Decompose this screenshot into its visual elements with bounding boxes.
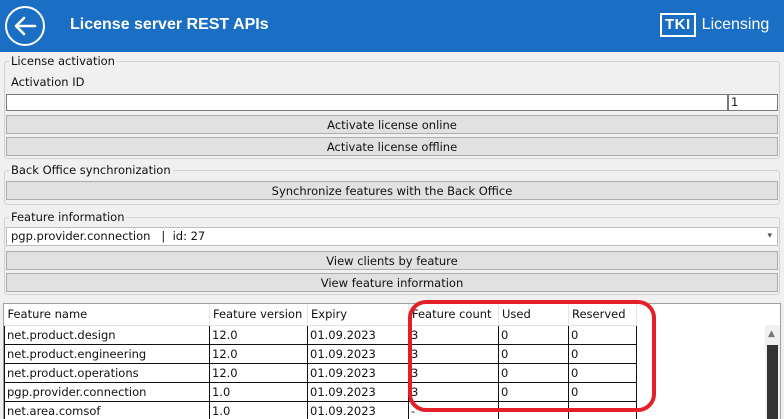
chevron-up-icon[interactable]: ▲ — [768, 329, 775, 339]
activation-id-label: Activation ID — [11, 75, 85, 89]
activate-offline-button[interactable]: Activate license offline — [6, 137, 778, 156]
cell-feature-name: net.product.engineering — [4, 344, 210, 364]
feature-select[interactable]: pgp.provider.connection | id: 27 ▾ — [6, 227, 778, 246]
cell-expiry: 01.09.2023 — [307, 401, 409, 419]
features-table[interactable]: Feature name Feature version Expiry Feat… — [3, 303, 781, 419]
cell-expiry: 01.09.2023 — [307, 382, 409, 402]
cell-expiry: 01.09.2023 — [307, 325, 409, 345]
activation-id-input[interactable] — [6, 94, 728, 111]
cell-feature-version: 12.0 — [209, 325, 308, 345]
license-activation-legend: License activation — [11, 54, 115, 68]
view-feature-info-button[interactable]: View feature information — [6, 273, 778, 292]
cell-feature-version: 1.0 — [209, 382, 308, 402]
cell-expiry: 01.09.2023 — [307, 344, 409, 364]
page-title: License server REST APIs — [70, 16, 269, 33]
cell-feature-version: 12.0 — [209, 363, 308, 383]
app-header: License server REST APIs TKI Licensing — [0, 0, 784, 52]
column-header[interactable]: Feature version — [209, 304, 308, 326]
feature-select-value: pgp.provider.connection | id: 27 — [11, 229, 206, 243]
column-header[interactable]: Feature name — [4, 304, 210, 326]
view-clients-button[interactable]: View clients by feature — [6, 251, 778, 270]
table-scrollbar[interactable]: ▲ — [765, 325, 780, 419]
cell-feature-name: net.product.operations — [4, 363, 210, 383]
feature-information-legend: Feature information — [11, 210, 125, 224]
cell-feature-name: net.area.comsof — [4, 401, 210, 419]
cell-feature-version: 12.0 — [209, 344, 308, 364]
back-button[interactable] — [5, 6, 45, 46]
column-header[interactable]: Expiry — [307, 304, 409, 326]
activation-count-input[interactable]: 1 — [728, 94, 778, 111]
brand-logo: TKI — [660, 13, 696, 37]
annotation-highlight — [408, 300, 656, 412]
scrollbar-thumb[interactable] — [767, 345, 778, 419]
brand: TKI Licensing — [660, 13, 769, 37]
arrow-left-icon — [14, 16, 37, 36]
brand-name: Licensing — [701, 16, 770, 33]
cell-feature-name: net.product.design — [4, 325, 210, 345]
cell-feature-name: pgp.provider.connection — [4, 382, 210, 402]
cell-expiry: 01.09.2023 — [307, 363, 409, 383]
backoffice-sync-legend: Back Office synchronization — [11, 163, 171, 177]
activate-online-button[interactable]: Activate license online — [6, 115, 778, 134]
sync-features-button[interactable]: Synchronize features with the Back Offic… — [6, 181, 778, 200]
cell-feature-version: 1.0 — [209, 401, 308, 419]
chevron-down-icon: ▾ — [767, 231, 772, 241]
